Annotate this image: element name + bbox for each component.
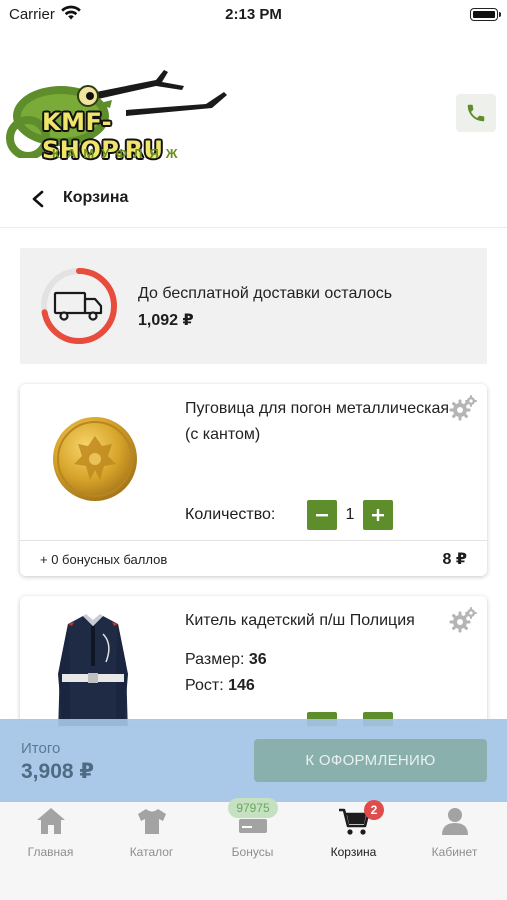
tab-label: Каталог <box>129 845 174 859</box>
size-attribute: Размер: 36 <box>185 651 267 669</box>
truck-icon <box>53 291 103 321</box>
settings-gear-icon[interactable] <box>448 394 478 422</box>
page-titlebar: Корзина <box>0 170 507 228</box>
cart-item: Китель кадетский п/ш Полиция Размер: 36 … <box>20 596 487 726</box>
product-name[interactable]: Китель кадетский п/ш Полиция <box>185 608 455 634</box>
free-delivery-panel: До бесплатной доставки осталось 1,092 ₽ <box>20 248 487 364</box>
logo-subtitle: КАМУФЛЯЖ <box>52 146 185 161</box>
bonus-balance-badge: 97975 <box>228 798 278 818</box>
cart-item-footer: + 0 бонусных баллов 8 ₽ <box>20 540 487 576</box>
increase-quantity-button[interactable] <box>363 500 393 530</box>
phone-icon <box>467 104 485 122</box>
size-label: Размер: <box>185 651 245 668</box>
height-label: Рост: <box>185 677 224 694</box>
cart-count-badge: 2 <box>364 800 384 820</box>
height-value: 146 <box>228 677 255 694</box>
product-image-button[interactable] <box>50 414 140 504</box>
bonus-points-label: + 0 бонусных баллов <box>40 552 168 567</box>
delivery-remaining-label: До бесплатной доставки осталось <box>138 285 393 302</box>
call-button[interactable] <box>456 94 496 132</box>
checkout-button[interactable]: К ОФОРМЛЕНИЮ <box>254 739 487 782</box>
status-bar: Carrier 2:13 PM <box>0 0 507 30</box>
delivery-progress-ring <box>41 268 117 344</box>
tab-label: Бонусы <box>231 845 274 859</box>
cart-item: Пуговица для погон металлическая (с кант… <box>20 384 487 576</box>
minus-icon <box>316 514 328 517</box>
total-label: Итого <box>21 740 61 757</box>
product-image-button[interactable] <box>48 604 138 726</box>
quantity-label: Количество: <box>185 506 276 523</box>
quantity-value: 1 <box>345 506 355 523</box>
shop-logo[interactable]: KMF-SHOP.RU КАМУФЛЯЖ <box>6 58 231 164</box>
user-icon <box>442 808 468 835</box>
page-title: Корзина <box>63 189 129 206</box>
tab-cart[interactable]: 2 Корзина <box>303 800 404 872</box>
size-value: 36 <box>248 651 267 668</box>
tab-account[interactable]: Кабинет <box>404 802 505 872</box>
plus-icon <box>372 509 384 521</box>
home-icon <box>37 808 65 834</box>
clock: 2:13 PM <box>225 6 282 23</box>
total-value: 3,908 ₽ <box>21 760 94 783</box>
product-name[interactable]: Пуговица для погон металлическая (с кант… <box>185 396 455 448</box>
height-attribute: Рост: 146 <box>185 677 255 695</box>
tab-home[interactable]: Главная <box>0 802 101 872</box>
delivery-remaining-amount: 1,092 ₽ <box>138 312 194 329</box>
tab-label: Кабинет <box>431 845 478 859</box>
item-price: 8 ₽ <box>442 551 467 568</box>
back-icon[interactable] <box>30 190 46 208</box>
battery-icon <box>470 8 501 21</box>
settings-gear-icon[interactable] <box>448 606 478 634</box>
bottom-tab-bar: Главная Каталог 97975 Бонусы 2 Корзина К… <box>0 798 507 900</box>
decrease-quantity-button[interactable] <box>307 500 337 530</box>
app-header: KMF-SHOP.RU КАМУФЛЯЖ <box>0 40 507 170</box>
tab-bonuses[interactable]: 97975 Бонусы <box>202 798 303 872</box>
tab-catalog[interactable]: Каталог <box>101 802 202 872</box>
tab-label: Корзина <box>330 845 377 859</box>
tab-label: Главная <box>27 845 74 859</box>
tshirt-icon <box>138 809 166 834</box>
order-total-bar: Итого 3,908 ₽ К ОФОРМЛЕНИЮ <box>0 719 507 802</box>
